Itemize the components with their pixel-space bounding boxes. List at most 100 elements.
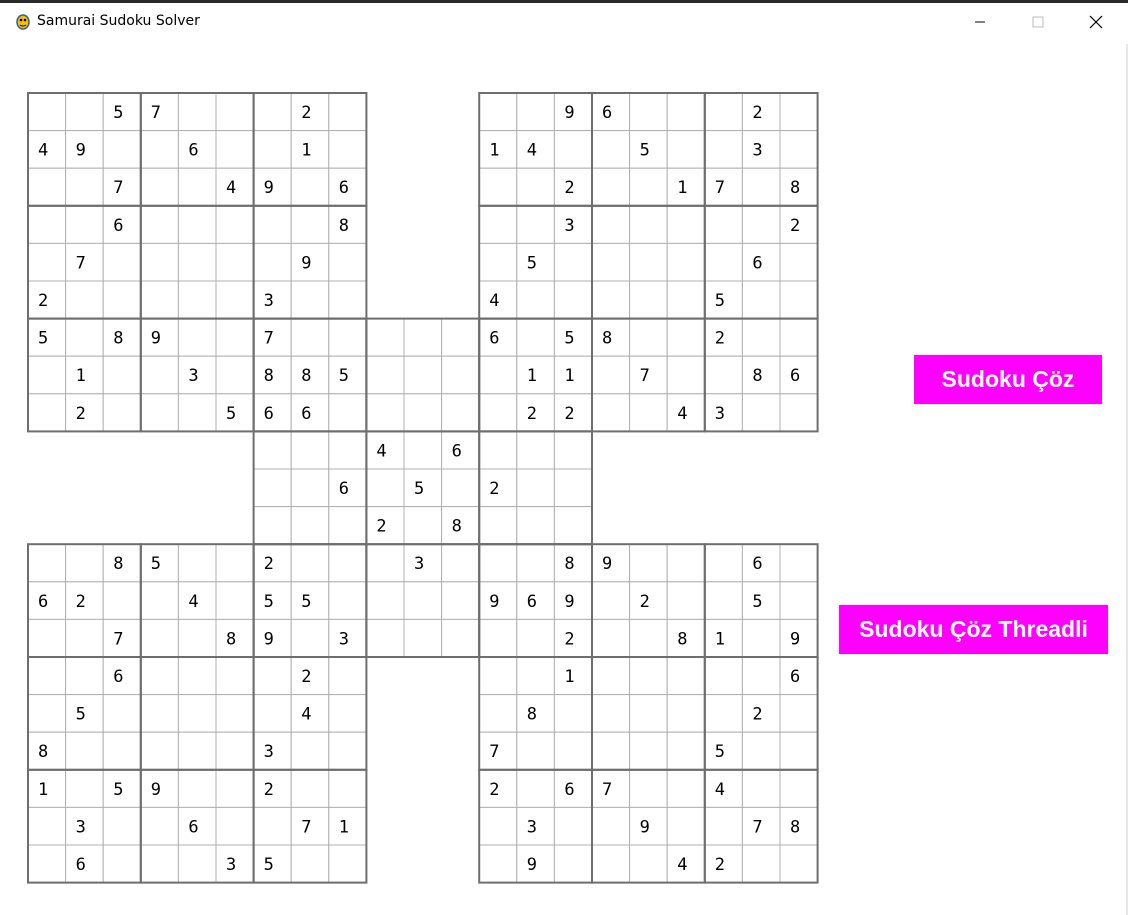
sudoku-cell[interactable] — [215, 318, 255, 357]
sudoku-cell[interactable] — [629, 393, 668, 432]
sudoku-cell[interactable] — [290, 506, 330, 545]
sudoku-cell[interactable] — [516, 280, 555, 320]
sudoku-cell[interactable] — [140, 280, 179, 320]
sudoku-cell[interactable] — [478, 543, 518, 583]
sudoku-cell[interactable] — [27, 205, 67, 244]
sudoku-cell[interactable] — [140, 844, 179, 884]
sudoku-cell[interactable] — [591, 355, 631, 395]
sudoku-cell[interactable] — [365, 543, 405, 583]
sudoku-cell[interactable] — [215, 694, 255, 733]
sudoku-cell[interactable] — [290, 543, 330, 583]
sudoku-cell[interactable] — [177, 731, 217, 771]
sudoku-cell[interactable] — [553, 806, 593, 846]
sudoku-cell[interactable] — [704, 543, 743, 583]
sudoku-cell[interactable] — [328, 393, 367, 432]
sudoku-cell[interactable] — [516, 506, 555, 545]
sudoku-cell[interactable] — [704, 581, 743, 620]
sudoku-cell[interactable] — [140, 694, 179, 733]
sudoku-cell[interactable] — [140, 205, 179, 244]
sudoku-cell[interactable] — [140, 618, 179, 658]
sudoku-cell[interactable] — [629, 656, 668, 696]
sudoku-cell[interactable] — [177, 618, 217, 658]
sudoku-cell[interactable] — [591, 731, 631, 771]
sudoku-cell[interactable] — [629, 167, 668, 207]
sudoku-cell[interactable] — [779, 694, 819, 733]
sudoku-cell[interactable] — [328, 656, 367, 696]
sudoku-cell[interactable] — [365, 618, 405, 658]
solve-button[interactable]: Sudoku Çöz — [914, 355, 1102, 404]
sudoku-cell[interactable] — [140, 581, 179, 620]
sudoku-cell[interactable] — [328, 130, 367, 169]
sudoku-cell[interactable] — [553, 844, 593, 884]
sudoku-cell[interactable] — [253, 242, 292, 282]
sudoku-cell[interactable] — [102, 806, 142, 846]
sudoku-cell[interactable] — [516, 543, 555, 583]
sudoku-cell[interactable] — [516, 468, 555, 508]
sudoku-cell[interactable] — [253, 468, 292, 508]
sudoku-cell[interactable] — [27, 618, 67, 658]
sudoku-cell[interactable] — [328, 844, 367, 884]
sudoku-cell[interactable] — [779, 581, 819, 620]
sudoku-cell[interactable] — [365, 355, 405, 395]
sudoku-cell[interactable] — [779, 92, 819, 132]
sudoku-cell[interactable] — [253, 656, 292, 696]
sudoku-cell[interactable] — [516, 430, 555, 470]
sudoku-cell[interactable] — [403, 581, 443, 620]
sudoku-cell[interactable] — [27, 694, 67, 733]
sudoku-cell[interactable] — [27, 355, 67, 395]
sudoku-cell[interactable] — [215, 242, 255, 282]
sudoku-cell[interactable] — [704, 656, 743, 696]
sudoku-cell[interactable] — [215, 581, 255, 620]
sudoku-cell[interactable] — [553, 242, 593, 282]
sudoku-cell[interactable] — [478, 393, 518, 432]
sudoku-cell[interactable] — [65, 656, 104, 696]
sudoku-cell[interactable] — [478, 656, 518, 696]
sudoku-cell[interactable] — [328, 92, 367, 132]
sudoku-cell[interactable] — [27, 844, 67, 884]
sudoku-cell[interactable] — [65, 92, 104, 132]
sudoku-cell[interactable] — [328, 430, 367, 470]
sudoku-cell[interactable] — [27, 806, 67, 846]
sudoku-cell[interactable] — [65, 769, 104, 808]
sudoku-cell[interactable] — [253, 430, 292, 470]
sudoku-cell[interactable] — [666, 769, 706, 808]
sudoku-cell[interactable] — [27, 167, 67, 207]
sudoku-cell[interactable] — [441, 355, 480, 395]
sudoku-cell[interactable] — [629, 318, 668, 357]
sudoku-cell[interactable] — [177, 769, 217, 808]
sudoku-cell[interactable] — [591, 393, 631, 432]
sudoku-cell[interactable] — [65, 167, 104, 207]
samurai-sudoku-board[interactable]: 5 7 2 4 9 6 1 7 4 9 6 6 8 7 9 2 3 5 8 9 7 1 3 8 5 2 5 6 9 6 2 1 4 5 3 2 1 7 8 3… — [0, 0, 1128, 915]
sudoku-cell[interactable] — [328, 543, 367, 583]
sudoku-cell[interactable] — [591, 242, 631, 282]
sudoku-cell[interactable] — [177, 543, 217, 583]
sudoku-cell[interactable] — [478, 205, 518, 244]
sudoku-cell[interactable] — [403, 506, 443, 545]
sudoku-cell[interactable] — [102, 731, 142, 771]
sudoku-cell[interactable] — [553, 430, 593, 470]
sudoku-cell[interactable] — [102, 844, 142, 884]
sudoku-cell[interactable] — [591, 205, 631, 244]
sudoku-cell[interactable] — [177, 280, 217, 320]
sudoku-cell[interactable] — [215, 130, 255, 169]
sudoku-cell[interactable] — [27, 393, 67, 432]
sudoku-cell[interactable] — [403, 318, 443, 357]
sudoku-cell[interactable] — [666, 731, 706, 771]
sudoku-cell[interactable] — [102, 242, 142, 282]
sudoku-cell[interactable] — [666, 656, 706, 696]
sudoku-cell[interactable] — [704, 242, 743, 282]
sudoku-cell[interactable] — [666, 694, 706, 733]
sudoku-cell[interactable] — [365, 318, 405, 357]
sudoku-cell[interactable] — [215, 806, 255, 846]
sudoku-cell[interactable] — [741, 167, 781, 207]
sudoku-cell[interactable] — [365, 581, 405, 620]
sudoku-cell[interactable] — [328, 694, 367, 733]
sudoku-cell[interactable] — [516, 731, 555, 771]
sudoku-cell[interactable] — [102, 280, 142, 320]
sudoku-cell[interactable] — [516, 92, 555, 132]
sudoku-cell[interactable] — [591, 618, 631, 658]
sudoku-cell[interactable] — [328, 581, 367, 620]
sudoku-cell[interactable] — [365, 393, 405, 432]
sudoku-cell[interactable] — [290, 280, 330, 320]
sudoku-cell[interactable] — [290, 731, 330, 771]
